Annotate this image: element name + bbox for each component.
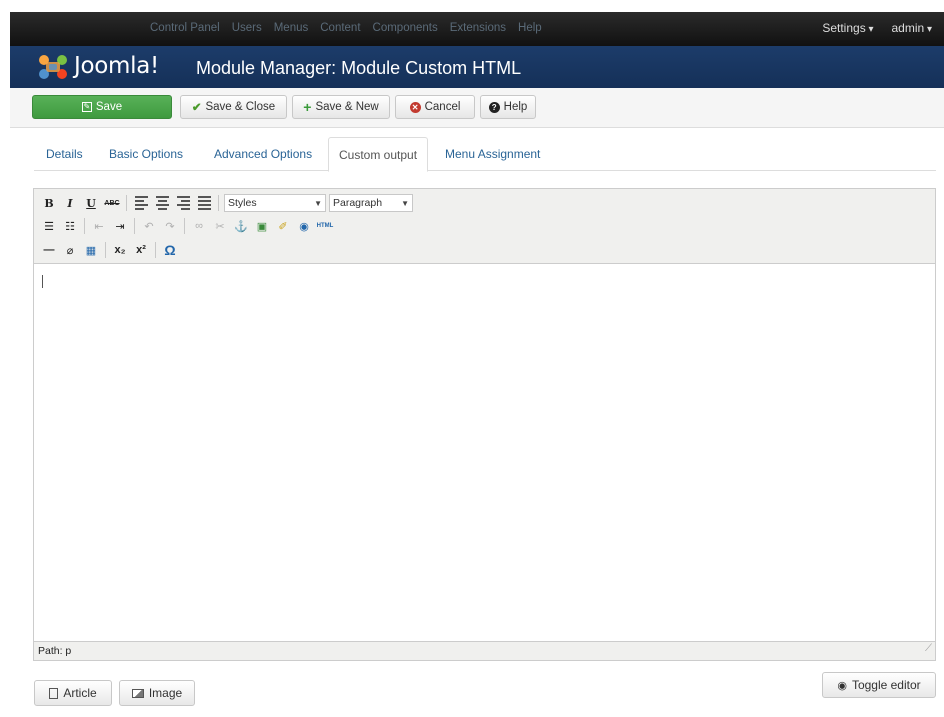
tab-basic-options[interactable]: Basic Options <box>109 137 183 171</box>
toolbar-separator <box>155 242 156 258</box>
check-icon: ✔ <box>191 102 202 114</box>
bullet-list-icon[interactable]: ☰ <box>40 217 58 235</box>
chevron-down-icon: ▼ <box>401 198 409 208</box>
tab-details[interactable]: Details <box>46 137 83 171</box>
italic-icon[interactable]: I <box>61 194 79 212</box>
editor-toolbar: B I U ABC Styles ▼ Paragraph ▼ ☰ ☷ ⇤ ⇥ ↶… <box>34 189 935 264</box>
resize-handle-icon[interactable]: ⟋ <box>925 640 932 658</box>
save-new-label: Save & New <box>315 101 379 113</box>
plus-icon: + <box>303 99 312 115</box>
insert-image-icon[interactable]: ▣ <box>253 217 271 235</box>
toolbar-separator <box>105 242 106 258</box>
article-button[interactable]: Article <box>34 680 112 706</box>
image-button[interactable]: Image <box>119 680 195 706</box>
superscript-icon[interactable]: x² <box>132 241 150 259</box>
nav-help[interactable]: Help <box>518 22 542 34</box>
visual-aid-icon[interactable]: ▦ <box>82 241 100 259</box>
picture-icon <box>131 688 144 698</box>
link-icon[interactable]: ∞ <box>190 217 208 235</box>
cancel-button[interactable]: ✕ Cancel <box>395 95 475 119</box>
anchor-icon[interactable]: ⚓ <box>232 217 250 235</box>
styles-select[interactable]: Styles ▼ <box>224 194 326 212</box>
save-new-button[interactable]: + Save & New <box>292 95 390 119</box>
redo-icon[interactable]: ↷ <box>161 217 179 235</box>
toolbar-separator <box>218 195 219 211</box>
tab-custom-output[interactable]: Custom output <box>328 137 429 172</box>
format-select[interactable]: Paragraph ▼ <box>329 194 413 212</box>
format-select-value: Paragraph <box>333 197 383 209</box>
edit-icon: ✎ <box>81 102 92 112</box>
tab-menu-assignment[interactable]: Menu Assignment <box>445 137 540 171</box>
text-caret <box>42 275 43 288</box>
bold-icon[interactable]: B <box>40 194 58 212</box>
page-header: Joomla! Module Manager: Module Custom HT… <box>10 46 944 88</box>
toggle-editor-button[interactable]: ◉ Toggle editor <box>822 672 936 698</box>
horizontal-rule-icon[interactable]: — <box>40 241 58 259</box>
html-source-icon[interactable]: HTML <box>316 217 334 235</box>
toolbar-separator <box>134 218 135 234</box>
nav-extensions[interactable]: Extensions <box>450 22 506 34</box>
nav-users[interactable]: Users <box>232 22 262 34</box>
action-toolbar: ✎ Save ✔ Save & Close + Save & New ✕ Can… <box>10 88 944 128</box>
editor-path: Path: p <box>38 645 72 657</box>
help-button[interactable]: ? Help <box>480 95 536 119</box>
page-title: Module Manager: Module Custom HTML <box>196 58 522 78</box>
save-close-button[interactable]: ✔ Save & Close <box>180 95 287 119</box>
cancel-icon: ✕ <box>409 101 421 113</box>
toolbar-separator <box>126 195 127 211</box>
toggle-editor-label: Toggle editor <box>851 678 921 692</box>
document-icon <box>49 687 59 699</box>
editor-toolbar-row-3: — ⌀ ▦ x₂ x² Ω <box>40 240 179 260</box>
nav-menus[interactable]: Menus <box>274 22 309 34</box>
help-label: Help <box>503 101 528 113</box>
chevron-down-icon: ▼ <box>314 198 322 208</box>
editor-statusbar: Path: p ⟋ <box>34 641 935 660</box>
outdent-icon[interactable]: ⇤ <box>90 217 108 235</box>
strikethrough-icon[interactable]: ABC <box>103 194 121 212</box>
remove-format-icon[interactable]: ⌀ <box>61 241 79 259</box>
question-icon: ? <box>488 101 500 113</box>
nav-components[interactable]: Components <box>373 22 438 34</box>
settings-dropdown[interactable]: Settings <box>822 21 873 35</box>
editor-toolbar-row-2: ☰ ☷ ⇤ ⇥ ↶ ↷ ∞ ✂ ⚓ ▣ ✐ ◉ HTML <box>40 216 334 236</box>
save-close-label: Save & Close <box>205 101 276 113</box>
save-label: Save <box>95 101 123 113</box>
editor-content-area[interactable] <box>34 265 935 643</box>
special-character-icon[interactable]: Ω <box>161 241 179 259</box>
cancel-label: Cancel <box>424 101 461 113</box>
subscript-icon[interactable]: x₂ <box>111 241 129 259</box>
unlink-icon[interactable]: ✂ <box>211 217 229 235</box>
align-right-icon[interactable] <box>174 194 192 212</box>
numbered-list-icon[interactable]: ☷ <box>61 217 79 235</box>
top-nav-menu: Control Panel Users Menus Content Compon… <box>150 22 542 34</box>
toolbar-separator <box>84 218 85 234</box>
align-justify-icon[interactable] <box>195 194 213 212</box>
align-center-icon[interactable] <box>153 194 171 212</box>
top-right-menu: Settings admin <box>822 21 932 35</box>
undo-icon[interactable]: ↶ <box>140 217 158 235</box>
tab-bar: Details Basic Options Advanced Options C… <box>34 137 936 172</box>
save-button[interactable]: ✎ Save <box>32 95 172 119</box>
nav-control-panel[interactable]: Control Panel <box>150 22 220 34</box>
article-label: Article <box>63 686 97 700</box>
top-navbar: Control Panel Users Menus Content Compon… <box>10 12 944 46</box>
eye-icon: ◉ <box>837 679 847 692</box>
tab-advanced-options[interactable]: Advanced Options <box>214 137 312 171</box>
editor-toolbar-row-1: B I U ABC Styles ▼ Paragraph ▼ <box>40 193 413 213</box>
styles-select-value: Styles <box>228 197 257 209</box>
admin-dropdown[interactable]: admin <box>892 21 933 35</box>
help-circle-icon[interactable]: ◉ <box>295 217 313 235</box>
cleanup-icon[interactable]: ✐ <box>274 217 292 235</box>
toolbar-separator <box>184 218 185 234</box>
wysiwyg-editor: B I U ABC Styles ▼ Paragraph ▼ ☰ ☷ ⇤ ⇥ ↶… <box>33 188 936 661</box>
indent-icon[interactable]: ⇥ <box>111 217 129 235</box>
nav-content[interactable]: Content <box>320 22 360 34</box>
align-left-icon[interactable] <box>132 194 150 212</box>
joomla-logo-icon <box>39 55 67 79</box>
image-label: Image <box>148 686 183 700</box>
underline-icon[interactable]: U <box>82 194 100 212</box>
brand-name: Joomla! <box>74 53 159 79</box>
